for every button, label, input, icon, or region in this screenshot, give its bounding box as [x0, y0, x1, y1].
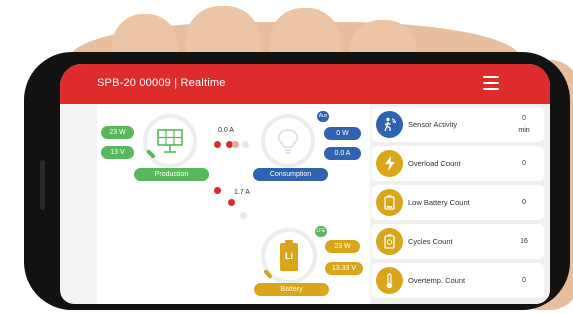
lightning-icon: [376, 150, 403, 177]
stat-card-cycles-count[interactable]: Cycles Count 16: [372, 224, 544, 259]
consumption-power: 0 W: [324, 127, 361, 140]
stat-card-sensor-activity[interactable]: Sensor Activity 0 min: [372, 107, 544, 142]
sensor-activity-icon: [376, 111, 403, 138]
stat-label: Overtemp. Count: [408, 276, 466, 285]
top-bar: SPB-20 00009 | Realtime: [60, 64, 550, 104]
consumption-node[interactable]: [261, 114, 315, 168]
stat-label: Sensor Activity: [408, 120, 458, 129]
consumption-current: 0.0 A: [324, 147, 361, 160]
battery-label: Battery: [254, 283, 329, 296]
stat-label: Overload Count: [408, 159, 461, 168]
lightbulb-icon: [278, 129, 298, 154]
flow-current-top: 0.0 A: [218, 127, 234, 134]
battery-icon: Li: [280, 240, 298, 271]
app-screen: SPB-20 00009 | Realtime 23 W 13 V Produc…: [60, 64, 550, 304]
stat-value: 0 min: [518, 114, 530, 134]
flow-dot: [228, 199, 235, 206]
stat-value: 0: [522, 198, 526, 206]
battery-voltage: 13.33 V: [325, 262, 363, 275]
device-title: SPB-20 00009 | Realtime: [97, 77, 226, 89]
solar-panel-icon: [157, 129, 183, 153]
consumption-badge: Aux: [317, 111, 329, 122]
production-label: Production: [134, 168, 209, 181]
production-voltage: 13 V: [101, 146, 134, 159]
stat-value: 0: [522, 276, 526, 284]
flow-dot: [240, 212, 247, 219]
consumption-label: Consumption: [253, 168, 328, 181]
stat-label: Cycles Count: [408, 237, 453, 246]
stat-card-low-battery-count[interactable]: Low Battery Count 0: [372, 185, 544, 220]
stat-value: 16: [520, 237, 528, 245]
hamburger-menu-icon[interactable]: [483, 76, 499, 90]
low-battery-icon: [376, 189, 403, 216]
flow-dot: [242, 141, 249, 148]
stats-sidebar: Sensor Activity 0 min Overload Count 0 Lo…: [372, 104, 550, 304]
energy-flow-panel: 23 W 13 V Production 0.0 A Aux 0 W 0.0 A…: [97, 104, 370, 304]
phone-speaker: [40, 160, 45, 210]
battery-chemistry: Li: [285, 251, 293, 261]
flow-dot: [214, 141, 221, 148]
stat-value: 0: [522, 159, 526, 167]
stat-card-overtemp-count[interactable]: Overtemp. Count 0: [372, 263, 544, 298]
battery-power: 23 W: [325, 240, 360, 253]
production-power: 23 W: [101, 126, 134, 139]
stat-card-overload-count[interactable]: Overload Count 0: [372, 146, 544, 181]
battery-cycle-icon: [376, 228, 403, 255]
flow-current-mid: 1.7 A: [234, 189, 250, 196]
production-node[interactable]: [143, 114, 197, 168]
stat-label: Low Battery Count: [408, 198, 470, 207]
thermometer-icon: [376, 267, 403, 294]
flow-dot: [214, 187, 221, 194]
flow-dot: [232, 141, 239, 148]
battery-badge: LFE: [315, 226, 327, 237]
